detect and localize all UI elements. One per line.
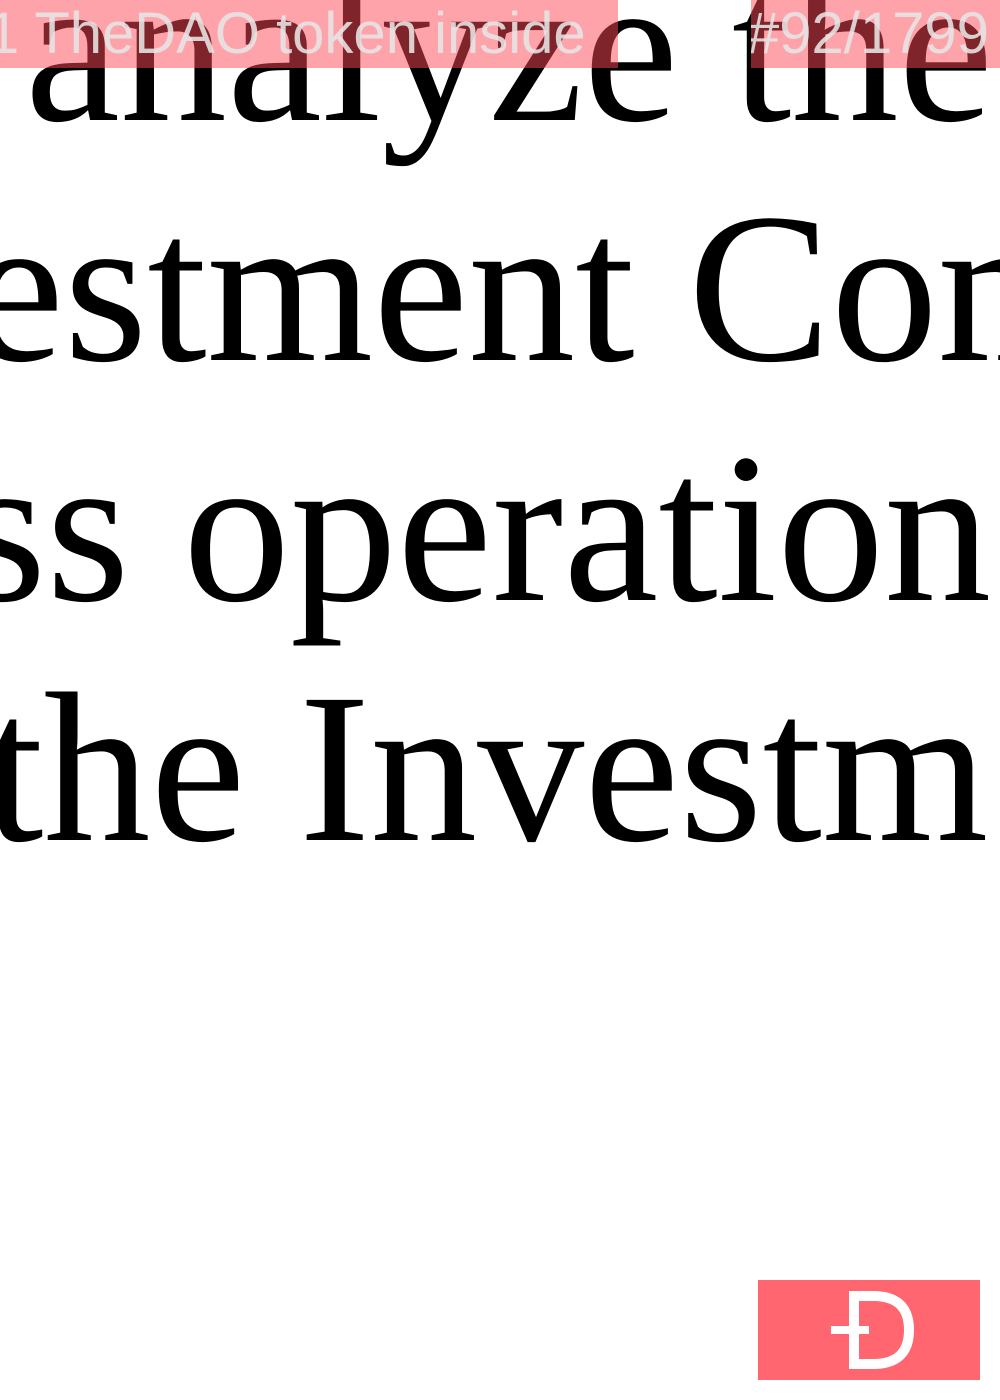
token-banner-title: 1 TheDAO token inside: [0, 1, 586, 66]
page: t analyze the estment Com ss operations …: [0, 0, 1000, 1400]
edition-counter: #92/1799: [751, 1, 989, 66]
dao-currency-icon: [831, 1291, 915, 1369]
document-text-line-3: ss operations: [0, 410, 1000, 647]
dao-badge: [758, 1280, 980, 1380]
edition-counter-banner: #92/1799: [751, 0, 1000, 68]
document-text-line-2: estment Com: [0, 170, 1000, 407]
document-text-line-4: the Investm: [0, 650, 989, 887]
token-banner: 1 TheDAO token inside: [0, 0, 618, 68]
